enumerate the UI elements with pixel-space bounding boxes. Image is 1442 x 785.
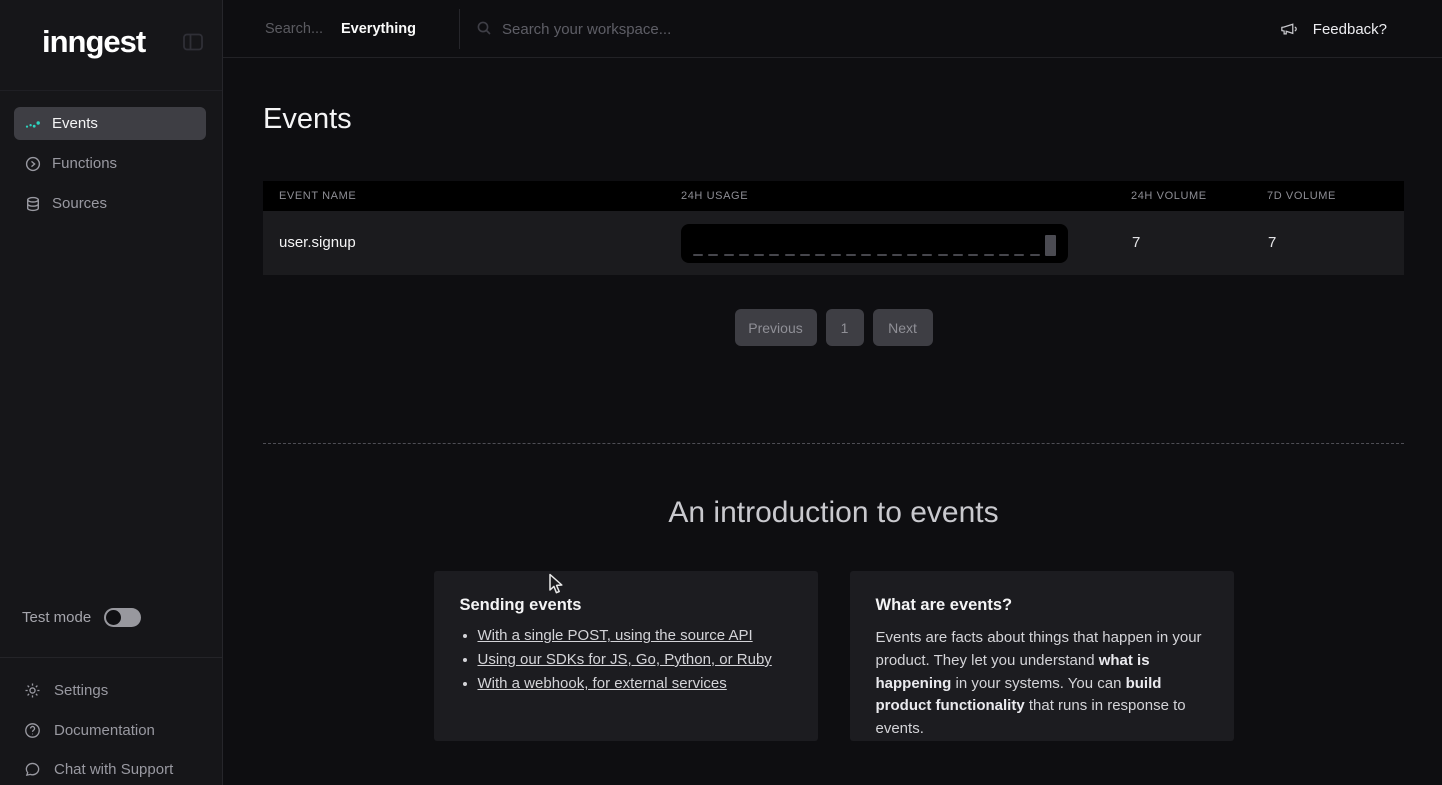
sidebar-item-label: Documentation — [54, 722, 155, 739]
sparkline-zero-dash — [922, 254, 932, 256]
sidebar-footer-divider — [0, 657, 222, 658]
test-mode-toggle[interactable] — [104, 608, 141, 627]
sidebar-item-sources[interactable]: Sources — [14, 187, 206, 220]
sparkline-zero-dash — [968, 254, 978, 256]
test-mode-label: Test mode — [22, 609, 91, 626]
sparkline-bar — [1045, 235, 1056, 256]
sidebar-item-settings[interactable]: Settings — [24, 670, 108, 710]
test-mode-row: Test mode — [22, 608, 141, 627]
sparkline-zero-dash — [846, 254, 856, 256]
column-header-24h-usage: 24H USAGE — [681, 181, 748, 211]
question-circle-icon — [24, 722, 41, 739]
topbar: Search... Everything Feedback? — [223, 0, 1442, 58]
sparkline-zero-dash — [693, 254, 703, 256]
page-number-button[interactable]: 1 — [826, 309, 864, 346]
next-page-button[interactable]: Next — [873, 309, 933, 346]
sidebar-item-events[interactable]: Events — [14, 107, 206, 140]
main-content: Events EVENT NAME 24H USAGE 24H VOLUME 7… — [223, 59, 1442, 785]
topbar-divider — [459, 9, 460, 49]
previous-page-button[interactable]: Previous — [735, 309, 817, 346]
sparkline-zero-dash — [815, 254, 825, 256]
intro-heading: An introduction to events — [263, 496, 1404, 530]
sparkline-zero-dash — [999, 254, 1009, 256]
sparkline-zero-dash — [861, 254, 871, 256]
what-are-events-card: What are events? Events are facts about … — [850, 571, 1234, 741]
search-icon — [476, 20, 492, 36]
sparkline-zero-dash — [831, 254, 841, 256]
sidebar-item-functions[interactable]: Functions — [14, 147, 206, 180]
global-search-hint[interactable]: Search... — [265, 0, 323, 58]
volume-24h-cell: 7 — [1132, 211, 1140, 275]
sparkline-zero-dash — [953, 254, 963, 256]
inngest-logo: inngest — [42, 24, 145, 60]
megaphone-icon — [1279, 20, 1298, 38]
gear-icon — [24, 682, 41, 699]
list-item: Using our SDKs for JS, Go, Python, or Ru… — [478, 651, 792, 668]
workspace-search-input[interactable] — [500, 13, 940, 45]
sending-events-card: Sending events With a single POST, using… — [434, 571, 818, 741]
sidebar-nav: Events Functions Sources — [14, 107, 206, 227]
events-dots-icon — [25, 116, 41, 132]
section-divider — [263, 443, 1404, 444]
app-window: inngest Events — [0, 0, 1442, 785]
sidebar: inngest Events — [0, 0, 223, 785]
sparkline-zero-dash — [739, 254, 749, 256]
feedback-button[interactable]: Feedback? — [1279, 0, 1387, 58]
card-title: Sending events — [460, 596, 792, 615]
function-circle-icon — [25, 156, 41, 172]
sidebar-header: inngest — [0, 0, 222, 91]
panel-toggle-icon — [182, 31, 204, 58]
usage-sparkline — [681, 224, 1068, 263]
intro-cards: Sending events With a single POST, using… — [263, 571, 1404, 741]
sidebar-collapse-button[interactable] — [181, 32, 205, 56]
link-webhook[interactable]: With a webhook, for external services — [478, 675, 727, 692]
list-item: With a webhook, for external services — [478, 675, 792, 692]
sidebar-item-label: Chat with Support — [54, 761, 173, 778]
sidebar-item-label: Sources — [52, 195, 107, 212]
toggle-knob — [106, 610, 121, 625]
sparkline-zero-dash — [785, 254, 795, 256]
sparkline-zero-dash — [708, 254, 718, 256]
events-table: EVENT NAME 24H USAGE 24H VOLUME 7D VOLUM… — [263, 181, 1404, 275]
page-title: Events — [263, 103, 352, 136]
column-header-24h-volume: 24H VOLUME — [1131, 181, 1207, 211]
chat-bubble-icon — [24, 761, 41, 778]
sparkline-zero-dash — [1014, 254, 1024, 256]
event-name-cell: user.signup — [279, 211, 356, 275]
search-scope-selector[interactable]: Everything — [341, 0, 416, 58]
card-paragraph: Events are facts about things that happe… — [876, 627, 1208, 741]
sparkline-zero-dash — [892, 254, 902, 256]
database-icon — [25, 196, 41, 212]
pagination: Previous 1 Next — [263, 309, 1404, 346]
table-row[interactable]: user.signup 7 7 — [263, 211, 1404, 275]
link-sdks[interactable]: Using our SDKs for JS, Go, Python, or Ru… — [478, 651, 772, 668]
sparkline-zero-dash — [984, 254, 994, 256]
column-header-event-name: EVENT NAME — [279, 181, 356, 211]
card-title: What are events? — [876, 596, 1208, 615]
sparkline-zero-dash — [1030, 254, 1040, 256]
table-header: EVENT NAME 24H USAGE 24H VOLUME 7D VOLUM… — [263, 181, 1404, 211]
volume-7d-cell: 7 — [1268, 211, 1276, 275]
sparkline-zero-dash — [800, 254, 810, 256]
sidebar-item-label: Events — [52, 115, 98, 132]
sidebar-item-label: Functions — [52, 155, 117, 172]
sparkline-zero-dash — [754, 254, 764, 256]
sparkline-zero-dash — [907, 254, 917, 256]
sidebar-item-label: Settings — [54, 682, 108, 699]
feedback-label: Feedback? — [1313, 21, 1387, 38]
sending-events-links: With a single POST, using the source API… — [460, 627, 792, 692]
list-item: With a single POST, using the source API — [478, 627, 792, 644]
sidebar-item-documentation[interactable]: Documentation — [24, 710, 155, 750]
link-source-api[interactable]: With a single POST, using the source API — [478, 627, 753, 644]
sparkline-zero-dash — [877, 254, 887, 256]
sparkline-zero-dash — [769, 254, 779, 256]
sidebar-item-chat-support[interactable]: Chat with Support — [24, 749, 173, 785]
sparkline-zero-dash — [938, 254, 948, 256]
column-header-7d-volume: 7D VOLUME — [1267, 181, 1336, 211]
sparkline-zero-dash — [724, 254, 734, 256]
